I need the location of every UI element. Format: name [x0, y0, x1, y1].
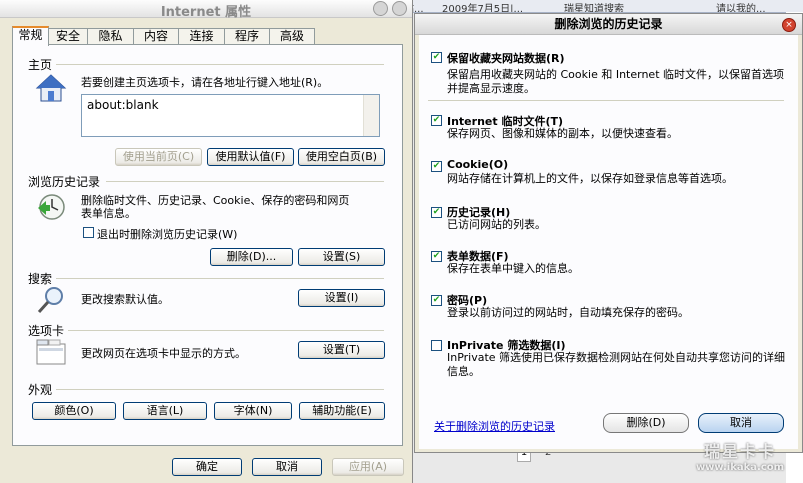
history-settings-button[interactable]: 设置(S)	[298, 248, 385, 266]
section-divider	[56, 64, 384, 65]
window-title: Internet 属性	[160, 5, 252, 20]
tab-general[interactable]: 常规	[12, 26, 49, 46]
ok-button[interactable]: 确定	[172, 458, 242, 476]
tab-content[interactable]: 内容	[133, 28, 179, 44]
section-divider	[428, 100, 784, 101]
watermark-logo: 瑞星卡卡 www.ikaka.com	[680, 438, 800, 482]
scrollbar[interactable]	[363, 95, 379, 136]
house-icon	[35, 72, 67, 104]
option-description: 网站存储在计算机上的文件，以保存如登录信息等首选项。	[447, 172, 733, 185]
option-description: 保留启用收藏夹网站的 Cookie 和 Internet 临时文件，以保留首选项…	[447, 68, 784, 95]
option-checkbox[interactable]: ✔	[431, 251, 442, 262]
browser-tab[interactable]: 2009年7月5日|...	[438, 0, 563, 12]
fonts-button[interactable]: 字体(N)	[214, 402, 292, 420]
section-divider	[56, 278, 384, 279]
tab-advanced[interactable]: 高级	[269, 28, 315, 44]
tabs-icon	[35, 336, 67, 368]
about-delete-history-link[interactable]: 关于删除浏览的历史记录	[434, 418, 555, 434]
option-description: 登录以前访问过的网站时，自动填充保存的密码。	[447, 306, 689, 319]
option-description: 保存在表单中键入的信息。	[447, 262, 579, 275]
option-checkbox[interactable]: ✔	[431, 52, 442, 63]
tab-connections[interactable]: 连接	[178, 28, 225, 44]
tabs-description: 更改网页在选项卡中显示的方式。	[81, 347, 246, 360]
close-icon[interactable]: ×	[782, 18, 796, 32]
section-divider	[56, 389, 384, 390]
option-description: 保存网页、图像和媒体的副本，以便快速查看。	[447, 127, 678, 140]
homepage-address-field[interactable]: about:blank	[81, 94, 380, 137]
option-title: 保留收藏夹网站数据(R)	[447, 52, 565, 65]
option-checkbox[interactable]: ✔	[431, 115, 442, 126]
watermark-brand: 瑞星卡卡	[703, 442, 776, 461]
option-description: 已访问网站的列表。	[447, 218, 546, 231]
history-description-line2: 表单信息。	[81, 207, 136, 220]
help-icon[interactable]	[373, 1, 388, 16]
close-icon[interactable]	[392, 1, 407, 16]
delete-on-exit-checkbox[interactable]	[83, 227, 94, 238]
colors-button[interactable]: 颜色(O)	[32, 402, 116, 420]
accessibility-button[interactable]: 辅助功能(E)	[299, 402, 385, 420]
tab-privacy[interactable]: 隐私	[87, 28, 134, 44]
history-heading: 浏览历史记录	[28, 175, 101, 189]
homepage-address-value: about:blank	[87, 98, 159, 112]
history-clock-icon	[35, 191, 67, 223]
delete-button[interactable]: 删除(D)	[603, 413, 689, 433]
section-divider	[106, 181, 384, 182]
browser-tab[interactable]: 瑞星知道搜索	[560, 0, 715, 12]
delete-dialog-body	[419, 35, 798, 449]
option-checkbox[interactable]: ✔	[431, 161, 442, 172]
option-checkbox[interactable]: ✔	[431, 207, 442, 218]
search-settings-button[interactable]: 设置(I)	[298, 289, 385, 307]
section-divider	[68, 330, 384, 331]
option-description: InPrivate 筛选使用已保存数据检测网站在何处自动共享您访问的详细信息。	[447, 351, 786, 378]
homepage-heading: 主页	[28, 58, 53, 72]
cancel-button[interactable]: 取消	[698, 413, 784, 433]
homepage-instruction: 若要创建主页选项卡，请在各地址行键入地址(R)。	[81, 76, 329, 89]
magnifier-icon	[35, 284, 67, 316]
history-delete-button[interactable]: 删除(D)...	[210, 248, 293, 266]
use-default-button[interactable]: 使用默认值(F)	[207, 148, 294, 166]
title-bar: Internet 属性	[0, 0, 412, 20]
watermark-url: www.ikaka.com	[695, 462, 785, 473]
tabs-settings-button[interactable]: 设置(T)	[298, 341, 385, 359]
apply-button[interactable]: 应用(A)	[332, 458, 404, 476]
option-checkbox[interactable]	[431, 340, 442, 351]
option-title: Cookie(O)	[447, 158, 509, 171]
use-current-button[interactable]: 使用当前页(C)	[115, 148, 202, 166]
tab-security[interactable]: 安全	[48, 28, 88, 44]
cancel-button[interactable]: 取消	[252, 458, 322, 476]
delete-on-exit-label: 退出时删除浏览历史记录(W)	[97, 228, 238, 241]
delete-dialog-title: 删除浏览的历史记录	[415, 14, 802, 35]
languages-button[interactable]: 语言(L)	[123, 402, 207, 420]
browser-tab[interactable]: 请以我的...	[712, 0, 803, 12]
appearance-heading: 外观	[28, 383, 53, 397]
browser-tab-strip: 站... 2009年7月5日|... 瑞星知道搜索 请以我的...	[400, 0, 803, 13]
tab-programs[interactable]: 程序	[224, 28, 270, 44]
option-checkbox[interactable]: ✔	[431, 295, 442, 306]
search-description: 更改搜索默认值。	[81, 293, 169, 306]
use-blank-button[interactable]: 使用空白页(B)	[298, 148, 385, 166]
internet-options-window: Internet 属性 常规 安全 隐私 内容 连接 程序 高级 主页 若要创建…	[0, 0, 413, 483]
